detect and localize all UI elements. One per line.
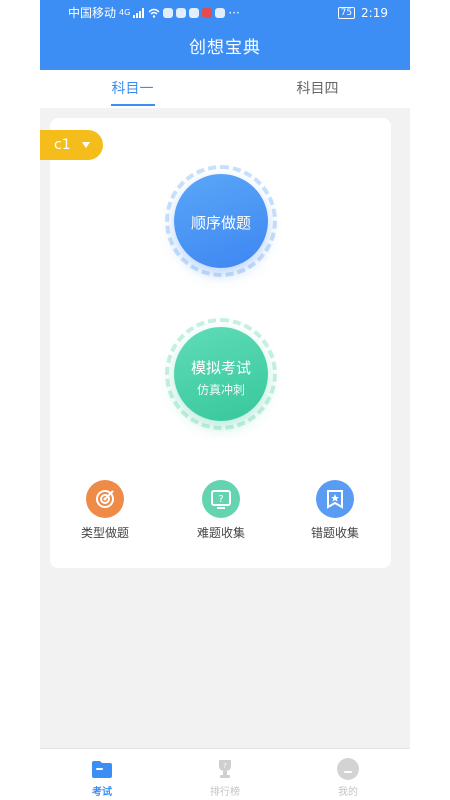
active-tab-indicator bbox=[111, 104, 155, 106]
bottom-navigation: 考试 ? 排行榜 我的 bbox=[40, 748, 410, 800]
network-type: 4G bbox=[119, 8, 131, 17]
license-level-value: c1 bbox=[54, 137, 71, 153]
caret-down-icon bbox=[82, 142, 90, 148]
sequential-practice-circle: 顺序做题 bbox=[174, 174, 268, 268]
nav-leaderboard[interactable]: ? 排行榜 bbox=[175, 749, 275, 800]
status-left: 中国移动 4G ··· bbox=[68, 0, 240, 26]
status-bar: 中国移动 4G ··· 75 2:19 bbox=[40, 0, 410, 26]
folder-icon bbox=[92, 761, 112, 778]
carrier-label: 中国移动 bbox=[68, 6, 117, 20]
page-title: 创想宝典 bbox=[189, 38, 261, 58]
battery-icon: 75 bbox=[337, 7, 356, 19]
sequential-practice-button[interactable]: 顺序做题 bbox=[165, 165, 277, 277]
feature-label: 错题收集 bbox=[310, 526, 359, 540]
mock-exam-button[interactable]: 模拟考试 仿真冲刺 bbox=[165, 318, 277, 430]
subject-tabs: 科目一 科目四 bbox=[40, 70, 410, 108]
status-right: 75 2:19 bbox=[337, 0, 388, 26]
sequential-practice-label: 顺序做题 bbox=[190, 214, 251, 232]
svg-text:?: ? bbox=[218, 494, 223, 505]
nav-label: 考试 bbox=[92, 787, 112, 798]
app-header: 中国移动 4G ··· 75 2:19 创想宝典 bbox=[40, 0, 410, 70]
feature-label: 类型做题 bbox=[80, 526, 129, 540]
nav-label: 我的 bbox=[338, 787, 358, 798]
notification-app-icon bbox=[202, 8, 213, 18]
app-screen: 中国移动 4G ··· 75 2:19 创想宝典 科目一 科目四 c1 顺序做题… bbox=[40, 0, 410, 800]
star-banner-icon bbox=[316, 480, 354, 518]
license-level-selector[interactable]: c1 bbox=[40, 130, 103, 160]
more-notifications-icon: ··· bbox=[228, 6, 240, 20]
profile-icon bbox=[337, 758, 359, 780]
nav-label: 排行榜 bbox=[210, 787, 240, 798]
nav-exam[interactable]: 考试 bbox=[52, 749, 152, 800]
feature-label: 难题收集 bbox=[196, 526, 245, 540]
mock-exam-circle: 模拟考试 仿真冲刺 bbox=[174, 327, 268, 421]
location-icon bbox=[215, 8, 226, 18]
mock-exam-label: 模拟考试 bbox=[190, 359, 251, 377]
svg-text:?: ? bbox=[223, 762, 227, 770]
tab-subject-one[interactable]: 科目一 bbox=[40, 70, 225, 108]
wifi-icon bbox=[148, 8, 160, 18]
nav-profile[interactable]: 我的 bbox=[298, 749, 398, 800]
browser-icon bbox=[176, 8, 187, 18]
question-board-icon: ? bbox=[202, 480, 240, 518]
mock-exam-sublabel: 仿真冲刺 bbox=[196, 383, 245, 397]
target-icon bbox=[86, 480, 124, 518]
signal-icon bbox=[133, 8, 145, 18]
clock: 2:19 bbox=[361, 6, 388, 20]
wechat-icon bbox=[163, 8, 174, 18]
trophy-icon: ? bbox=[219, 760, 231, 778]
search-app-icon bbox=[189, 8, 200, 18]
tab-subject-four[interactable]: 科目四 bbox=[225, 70, 410, 108]
